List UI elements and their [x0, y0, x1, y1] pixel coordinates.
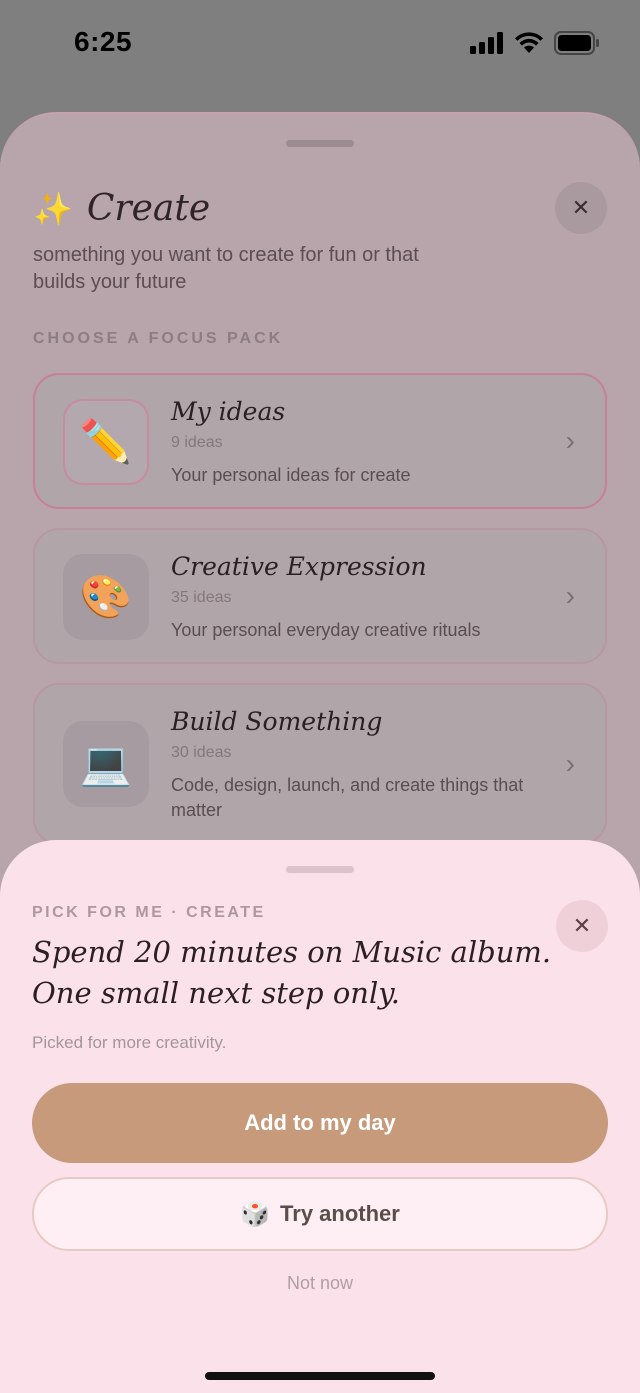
create-header: ✨ Create [33, 188, 210, 229]
close-icon: ✕ [572, 913, 592, 938]
page-title: Create [86, 188, 211, 229]
laptop-icon: 💻 [63, 721, 149, 807]
cellular-signal-icon [470, 32, 503, 54]
home-indicator [205, 1372, 435, 1380]
suggestion-note: Picked for more creativity. [32, 1033, 227, 1052]
pack-name: Build Something [171, 707, 383, 736]
battery-icon [554, 31, 599, 55]
close-icon: ✕ [571, 195, 591, 220]
try-another-label: Try another [280, 1201, 400, 1226]
sparkles-icon: ✨ [33, 190, 73, 227]
pencil-icon: ✏️ [63, 399, 149, 485]
chevron-right-icon: › [565, 425, 575, 456]
sheet-grabber[interactable] [286, 866, 354, 873]
pack-name: Creative Expression [171, 552, 427, 581]
pack-count: 35 ideas [171, 589, 232, 606]
add-to-day-button[interactable]: Add to my day [32, 1083, 608, 1163]
close-create-button[interactable]: ✕ [555, 182, 607, 234]
create-subtitle: something you want to create for fun or … [33, 244, 419, 293]
wifi-icon [515, 32, 543, 53]
status-icons [470, 30, 600, 56]
suggestion-text: Spend 20 minutes on Music album. One sma… [32, 935, 552, 1010]
pack-description: Code, design, launch, and create things … [171, 775, 524, 820]
pick-label: PICK FOR ME · CREATE [32, 904, 266, 921]
section-label: CHOOSE A FOCUS PACK [33, 330, 284, 347]
try-another-button[interactable]: 🎲 Try another [32, 1177, 608, 1251]
pack-card-creative-expression[interactable]: 🎨 Creative Expression 35 ideas Your pers… [33, 528, 607, 664]
pack-name: My ideas [171, 397, 286, 426]
chevron-right-icon: › [565, 580, 575, 611]
pack-count: 30 ideas [171, 744, 232, 761]
pack-card-my-ideas[interactable]: ✏️ My ideas 9 ideas Your personal ideas … [33, 373, 607, 509]
pack-count: 9 ideas [171, 434, 223, 451]
palette-icon: 🎨 [63, 554, 149, 640]
status-time: 6:25 [74, 26, 133, 57]
not-now-link[interactable]: Not now [0, 1273, 640, 1294]
dice-icon: 🎲 [240, 1200, 271, 1228]
pack-card-build-something[interactable]: 💻 Build Something 30 ideas Code, design,… [33, 683, 607, 845]
chevron-right-icon: › [565, 748, 575, 779]
pack-description: Your personal ideas for create [171, 465, 411, 485]
pick-for-me-sheet: PICK FOR ME · CREATE ✕ Spend 20 minutes … [0, 840, 640, 1393]
pack-description: Your personal everyday creative rituals [171, 620, 481, 640]
sheet-grabber[interactable] [286, 140, 354, 147]
status-bar: 6:25 [0, 0, 640, 90]
